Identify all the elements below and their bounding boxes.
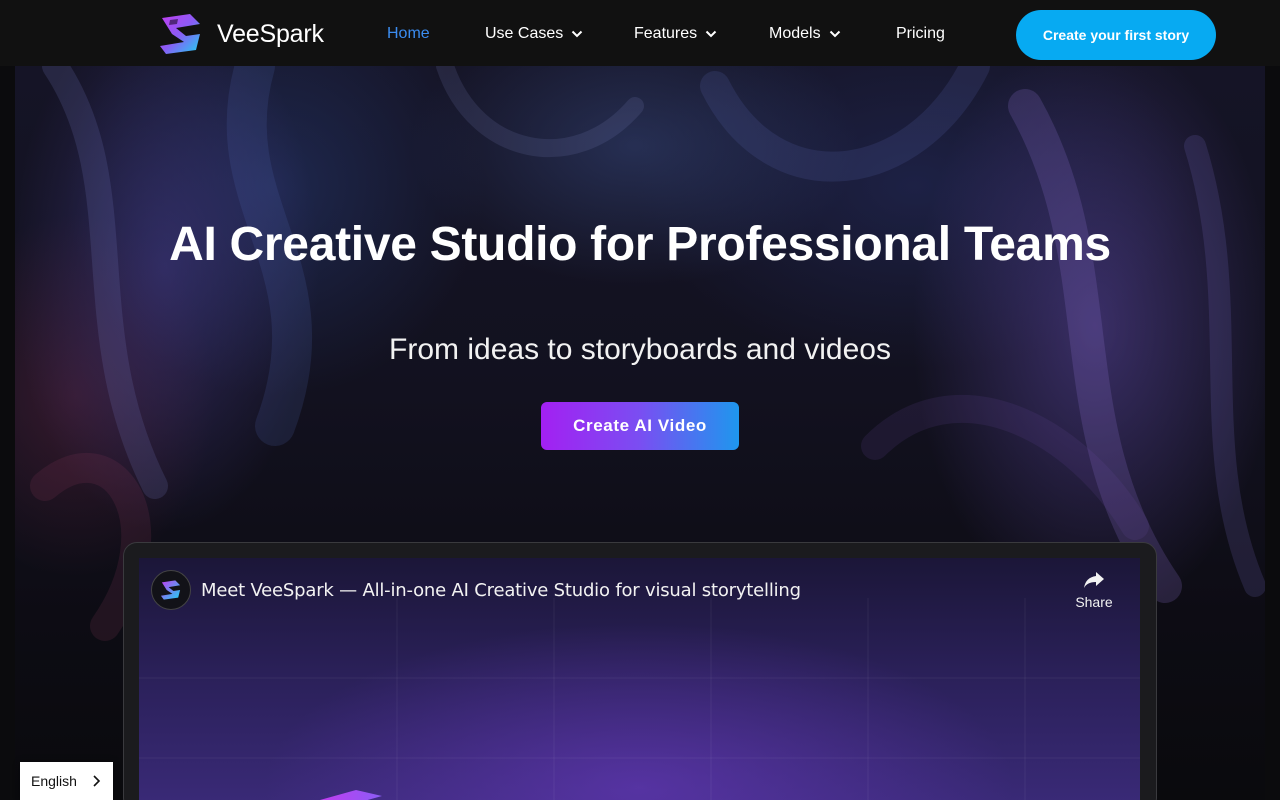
chevron-right-icon bbox=[93, 775, 101, 787]
channel-avatar[interactable] bbox=[151, 570, 191, 610]
nav-features[interactable]: Features bbox=[634, 24, 718, 44]
nav-pricing-label: Pricing bbox=[896, 25, 945, 42]
veespark-logo-icon[interactable] bbox=[156, 12, 206, 56]
nav-use-cases-label: Use Cases bbox=[485, 25, 564, 42]
chevron-down-icon bbox=[572, 30, 583, 38]
share-arrow-icon bbox=[1084, 572, 1104, 588]
hero-title: AI Creative Studio for Professional Team… bbox=[169, 218, 1111, 271]
brand-name[interactable]: VeeSpark bbox=[217, 19, 324, 49]
nav-models[interactable]: Models bbox=[769, 24, 842, 44]
hero-subtitle: From ideas to storyboards and videos bbox=[389, 333, 891, 366]
share-label: Share bbox=[1075, 594, 1113, 610]
language-label: English bbox=[31, 773, 77, 789]
share-button[interactable]: Share bbox=[1066, 570, 1122, 620]
site-header: VeeSpark Home Use Cases Features Models … bbox=[0, 0, 1280, 66]
nav-home-label: Home bbox=[387, 25, 430, 42]
create-first-story-button[interactable]: Create your first story bbox=[1016, 10, 1216, 60]
veespark-logo-icon bbox=[160, 580, 181, 600]
nav-home[interactable]: Home bbox=[387, 24, 430, 44]
nav-models-label: Models bbox=[769, 25, 821, 42]
veespark-logo-icon bbox=[320, 790, 382, 800]
chevron-down-icon bbox=[705, 30, 717, 38]
create-ai-video-button[interactable]: Create AI Video bbox=[541, 402, 739, 450]
video-title[interactable]: Meet VeeSpark — All-in-one AI Creative S… bbox=[201, 580, 801, 602]
chevron-down-icon bbox=[829, 30, 840, 38]
nav-pricing[interactable]: Pricing bbox=[896, 24, 945, 44]
language-selector[interactable]: English bbox=[20, 762, 113, 800]
nav-use-cases[interactable]: Use Cases bbox=[485, 24, 584, 44]
nav-features-label: Features bbox=[634, 25, 698, 42]
